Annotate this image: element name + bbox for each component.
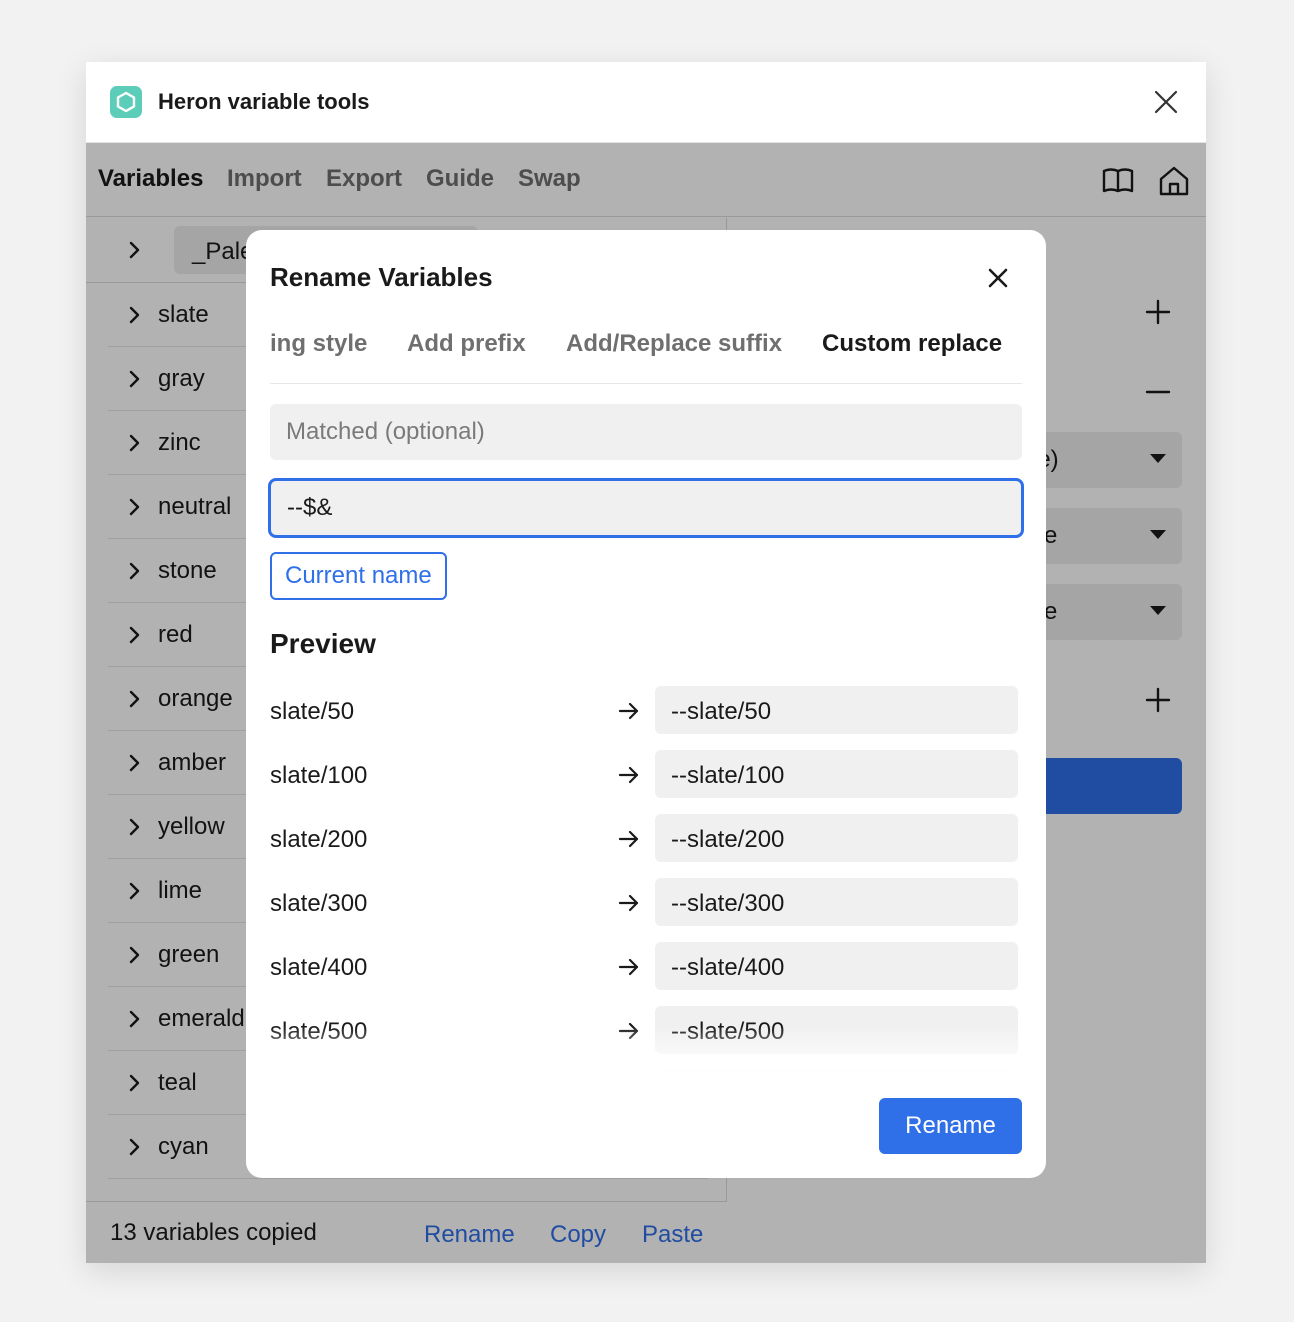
- preview-row: slate/50 --slate/50: [270, 686, 1022, 734]
- dialog-title: Rename Variables: [270, 262, 493, 292]
- rename-mode-tabs: ing style Add prefix Add/Replace suffix …: [270, 322, 1022, 384]
- tab-naming-style[interactable]: ing style: [270, 330, 367, 358]
- heron-logo-icon: [110, 86, 142, 118]
- arrow-right-icon: [618, 894, 639, 912]
- arrow-right-icon: [618, 830, 639, 848]
- preview-row: slate/300 --slate/300: [270, 878, 1022, 926]
- rename-button[interactable]: Rename: [879, 1098, 1022, 1154]
- new-name: --slate/300: [655, 878, 1018, 926]
- current-name-button[interactable]: Current name: [270, 552, 447, 600]
- arrow-right-icon: [618, 958, 639, 976]
- window-title: Heron variable tools: [158, 89, 370, 114]
- original-name: slate/400: [270, 954, 368, 981]
- preview-row: slate/100 --slate/100: [270, 750, 1022, 798]
- new-name: --slate/400: [655, 942, 1018, 990]
- match-input[interactable]: [270, 404, 1022, 460]
- original-name: slate/300: [270, 890, 368, 917]
- preview-heading: Preview: [270, 628, 376, 659]
- tab-custom-replace[interactable]: Custom replace: [822, 330, 1002, 358]
- new-name: --slate/50: [655, 686, 1018, 734]
- rename-variables-dialog: Rename Variables ing style Add prefix Ad…: [246, 230, 1046, 1178]
- arrow-right-icon: [618, 766, 639, 784]
- preview-row: slate/400 --slate/400: [270, 942, 1022, 990]
- new-name: --slate/100: [655, 750, 1018, 798]
- title-bar: Heron variable tools: [86, 62, 1206, 143]
- scroll-fade: [270, 1026, 1022, 1094]
- preview-row: slate/200 --slate/200: [270, 814, 1022, 862]
- close-icon[interactable]: [982, 262, 1014, 294]
- preview-list: slate/50 --slate/50 slate/100 --slate/100 sl…: [270, 686, 1022, 1094]
- original-name: slate/50: [270, 698, 355, 725]
- arrow-right-icon: [618, 702, 639, 720]
- replace-input[interactable]: [268, 478, 1024, 538]
- tab-add-replace-suffix[interactable]: Add/Replace suffix: [566, 330, 782, 358]
- original-name: slate/200: [270, 826, 368, 853]
- original-name: slate/100: [270, 762, 368, 789]
- window-close-icon[interactable]: [1150, 86, 1182, 118]
- new-name: --slate/200: [655, 814, 1018, 862]
- tab-add-prefix[interactable]: Add prefix: [407, 330, 526, 358]
